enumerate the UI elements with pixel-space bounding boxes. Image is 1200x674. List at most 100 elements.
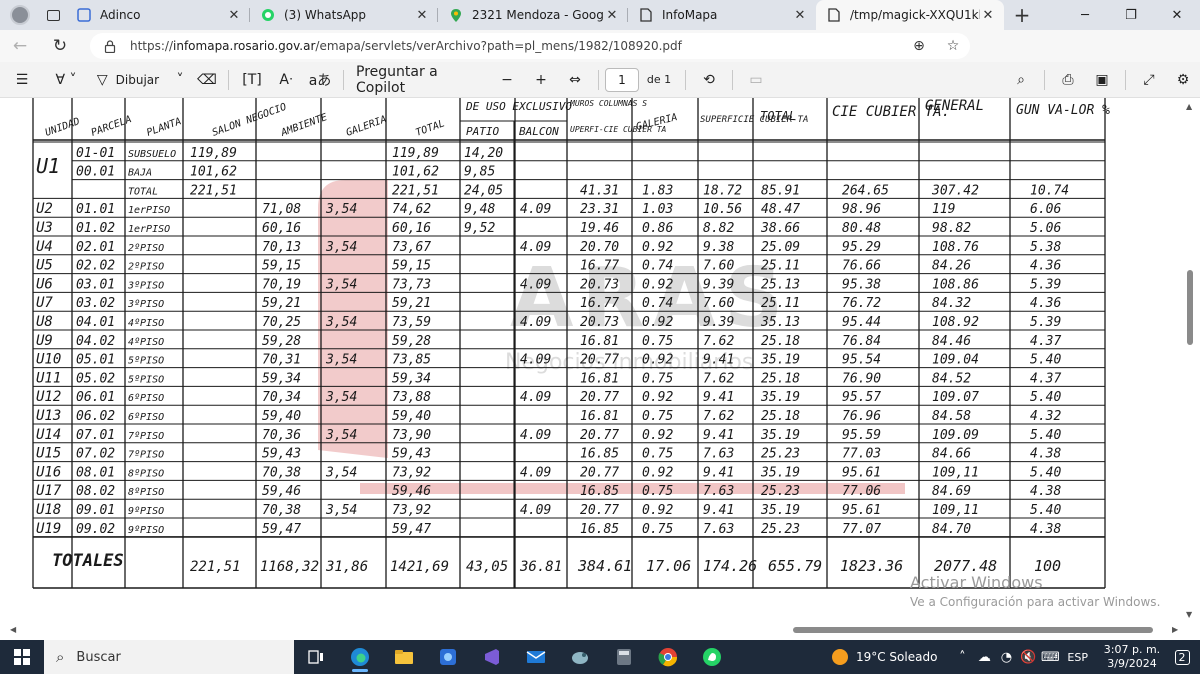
text-box-icon[interactable]: [T] bbox=[235, 65, 269, 95]
page-number-input[interactable]: 1 bbox=[605, 67, 639, 92]
pdf-viewer[interactable]: ARAS Negocios inmobiliarios UNIDAD PARCELA P… bbox=[0, 98, 1200, 640]
edge-taskbar-icon[interactable] bbox=[338, 640, 382, 674]
task-view-icon[interactable] bbox=[294, 640, 338, 674]
table-cell: 95.57 bbox=[842, 390, 881, 405]
wifi-icon[interactable]: ◔ bbox=[995, 650, 1017, 665]
vertical-scroll-thumb[interactable] bbox=[1187, 270, 1193, 345]
print-icon[interactable]: ⎙ bbox=[1051, 65, 1085, 95]
back-button[interactable]: ← bbox=[0, 30, 40, 62]
table-cell: 06.02 bbox=[76, 409, 115, 424]
close-icon[interactable]: ✕ bbox=[226, 8, 242, 23]
notification-center[interactable]: 2 bbox=[1164, 649, 1200, 665]
table-cell: 1.03 bbox=[642, 202, 673, 217]
page-view-icon[interactable]: ▭ bbox=[739, 65, 773, 95]
eraser-icon[interactable]: ⌫ bbox=[192, 65, 222, 95]
table-cell: 73,85 bbox=[392, 353, 431, 368]
scroll-up-icon[interactable]: ▲ bbox=[1186, 102, 1192, 111]
restore-button[interactable]: ❐ bbox=[1108, 0, 1154, 30]
new-tab-button[interactable]: + bbox=[1004, 0, 1040, 30]
zoom-in-button[interactable]: + bbox=[524, 65, 558, 95]
table-cell: 5ºPISO bbox=[128, 374, 164, 385]
table-cell: 84.26 bbox=[932, 259, 971, 274]
table-header-label: PLANTA bbox=[145, 116, 183, 139]
copilot-button[interactable]: Preguntar a Copilot bbox=[350, 64, 490, 96]
table-cell: 3,54 bbox=[325, 240, 357, 255]
close-icon[interactable]: ✕ bbox=[792, 8, 808, 23]
mail-icon[interactable] bbox=[514, 640, 558, 674]
activate-windows-subtitle: Ve a Configuración para activar Windows. bbox=[910, 595, 1161, 609]
table-cell: 70,13 bbox=[262, 240, 301, 255]
tab-adinco[interactable]: Adinco ✕ bbox=[66, 0, 250, 30]
table-header-label: GUN VA-LOR % bbox=[1016, 103, 1110, 118]
calculator-icon[interactable] bbox=[602, 640, 646, 674]
chevron-up-icon[interactable]: ˄ bbox=[951, 650, 973, 665]
volume-muted-icon[interactable]: 🔇 bbox=[1017, 650, 1039, 665]
favorite-star-icon[interactable]: ☆ bbox=[936, 38, 970, 54]
draw-button[interactable]: ▽ Dibujar bbox=[88, 65, 168, 95]
scroll-down-icon[interactable]: ▼ bbox=[1186, 610, 1192, 619]
clock[interactable]: 3:07 p. m. 3/9/2024 bbox=[1100, 643, 1164, 671]
table-header-label: GENERAL bbox=[925, 98, 984, 114]
bird-app-icon[interactable] bbox=[558, 640, 602, 674]
save-icon[interactable]: ▣ bbox=[1085, 65, 1119, 95]
tab-infomapa[interactable]: InfoMapa ✕ bbox=[628, 0, 816, 30]
table-cell: 59,43 bbox=[392, 447, 431, 462]
translate-icon[interactable]: aあ bbox=[303, 65, 337, 95]
table-cell: 84.52 bbox=[932, 371, 971, 386]
whatsapp-taskbar-icon[interactable] bbox=[690, 640, 734, 674]
horizontal-scroll-thumb[interactable] bbox=[793, 627, 1153, 633]
zoom-icon[interactable]: ⊕ bbox=[902, 38, 936, 54]
tab-actions-icon[interactable] bbox=[40, 0, 66, 30]
close-icon[interactable]: ✕ bbox=[980, 8, 996, 23]
window-close-button[interactable]: ✕ bbox=[1154, 0, 1200, 30]
vs-code-icon[interactable] bbox=[470, 640, 514, 674]
taskbar-search[interactable]: ⌕ Buscar bbox=[44, 640, 294, 674]
url-field[interactable]: https://infomapa.rosario.gov.ar/emapa/se… bbox=[90, 33, 970, 59]
scroll-left-icon[interactable]: ◀ bbox=[10, 625, 16, 634]
table-cell: 0.92 bbox=[642, 315, 673, 330]
table-cell: 41.31 bbox=[580, 183, 619, 198]
chrome-icon[interactable] bbox=[646, 640, 690, 674]
onedrive-icon[interactable]: ☁ bbox=[973, 650, 995, 665]
table-cell: 0.75 bbox=[642, 522, 673, 537]
close-icon[interactable]: ✕ bbox=[604, 8, 620, 23]
tab-whatsapp[interactable]: (3) WhatsApp ✕ bbox=[250, 0, 438, 30]
fullscreen-icon[interactable]: ⤢ bbox=[1132, 65, 1166, 95]
horizontal-scrollbar[interactable]: ◀ ▶ bbox=[0, 624, 1200, 636]
table-cell: 9.41 bbox=[703, 353, 734, 368]
table-cell: U13 bbox=[36, 408, 61, 424]
table-cell: 6ºPISO bbox=[128, 412, 164, 423]
rotate-icon[interactable]: ⟲ bbox=[692, 65, 726, 95]
table-cell: 3ºPISO bbox=[127, 280, 164, 291]
profile-button[interactable] bbox=[0, 0, 40, 30]
scroll-right-icon[interactable]: ▶ bbox=[1172, 625, 1178, 634]
fit-width-icon[interactable]: ⇔ bbox=[558, 65, 592, 95]
tab-magick-pdf[interactable]: /tmp/magick-XXQU1klW ✕ bbox=[816, 0, 1004, 30]
close-icon[interactable]: ✕ bbox=[414, 8, 430, 23]
table-cell: 59,47 bbox=[262, 522, 301, 537]
language-indicator[interactable]: ESP bbox=[1067, 651, 1088, 664]
table-cell: 0.92 bbox=[642, 240, 673, 255]
refresh-button[interactable]: ↻ bbox=[40, 30, 80, 62]
tab-google-maps[interactable]: 2321 Mendoza - Google Ma ✕ bbox=[438, 0, 628, 30]
search-icon[interactable]: ⌕ bbox=[1004, 65, 1038, 95]
read-aloud-icon[interactable]: Aᐧ bbox=[269, 65, 303, 95]
table-cell: 35.19 bbox=[760, 390, 800, 405]
zoom-out-button[interactable]: − bbox=[490, 65, 524, 95]
contents-icon[interactable]: ☰ bbox=[0, 65, 44, 95]
photos-app-icon[interactable] bbox=[426, 640, 470, 674]
minimize-button[interactable]: ─ bbox=[1062, 0, 1108, 30]
keyboard-icon[interactable]: ⌨ bbox=[1039, 650, 1061, 665]
table-cell: 7.63 bbox=[703, 522, 734, 537]
windows-start-icon[interactable] bbox=[0, 640, 44, 674]
address-bar-row: ← ↻ https://infomapa.rosario.gov.ar/emap… bbox=[0, 30, 1200, 85]
weather-widget[interactable]: 19°C Soleado bbox=[831, 649, 937, 665]
table-cell: 19.46 bbox=[580, 221, 619, 236]
file-explorer-icon[interactable] bbox=[382, 640, 426, 674]
highlight-icon[interactable]: ∀ ˅ bbox=[44, 65, 88, 95]
table-cell: 5.40 bbox=[1030, 503, 1061, 518]
settings-gear-icon[interactable]: ⚙ bbox=[1166, 65, 1200, 95]
maps-pin-icon bbox=[448, 7, 464, 23]
table-cell: 5.38 bbox=[1030, 240, 1061, 255]
chevron-down-icon[interactable]: ˅ bbox=[168, 65, 192, 95]
